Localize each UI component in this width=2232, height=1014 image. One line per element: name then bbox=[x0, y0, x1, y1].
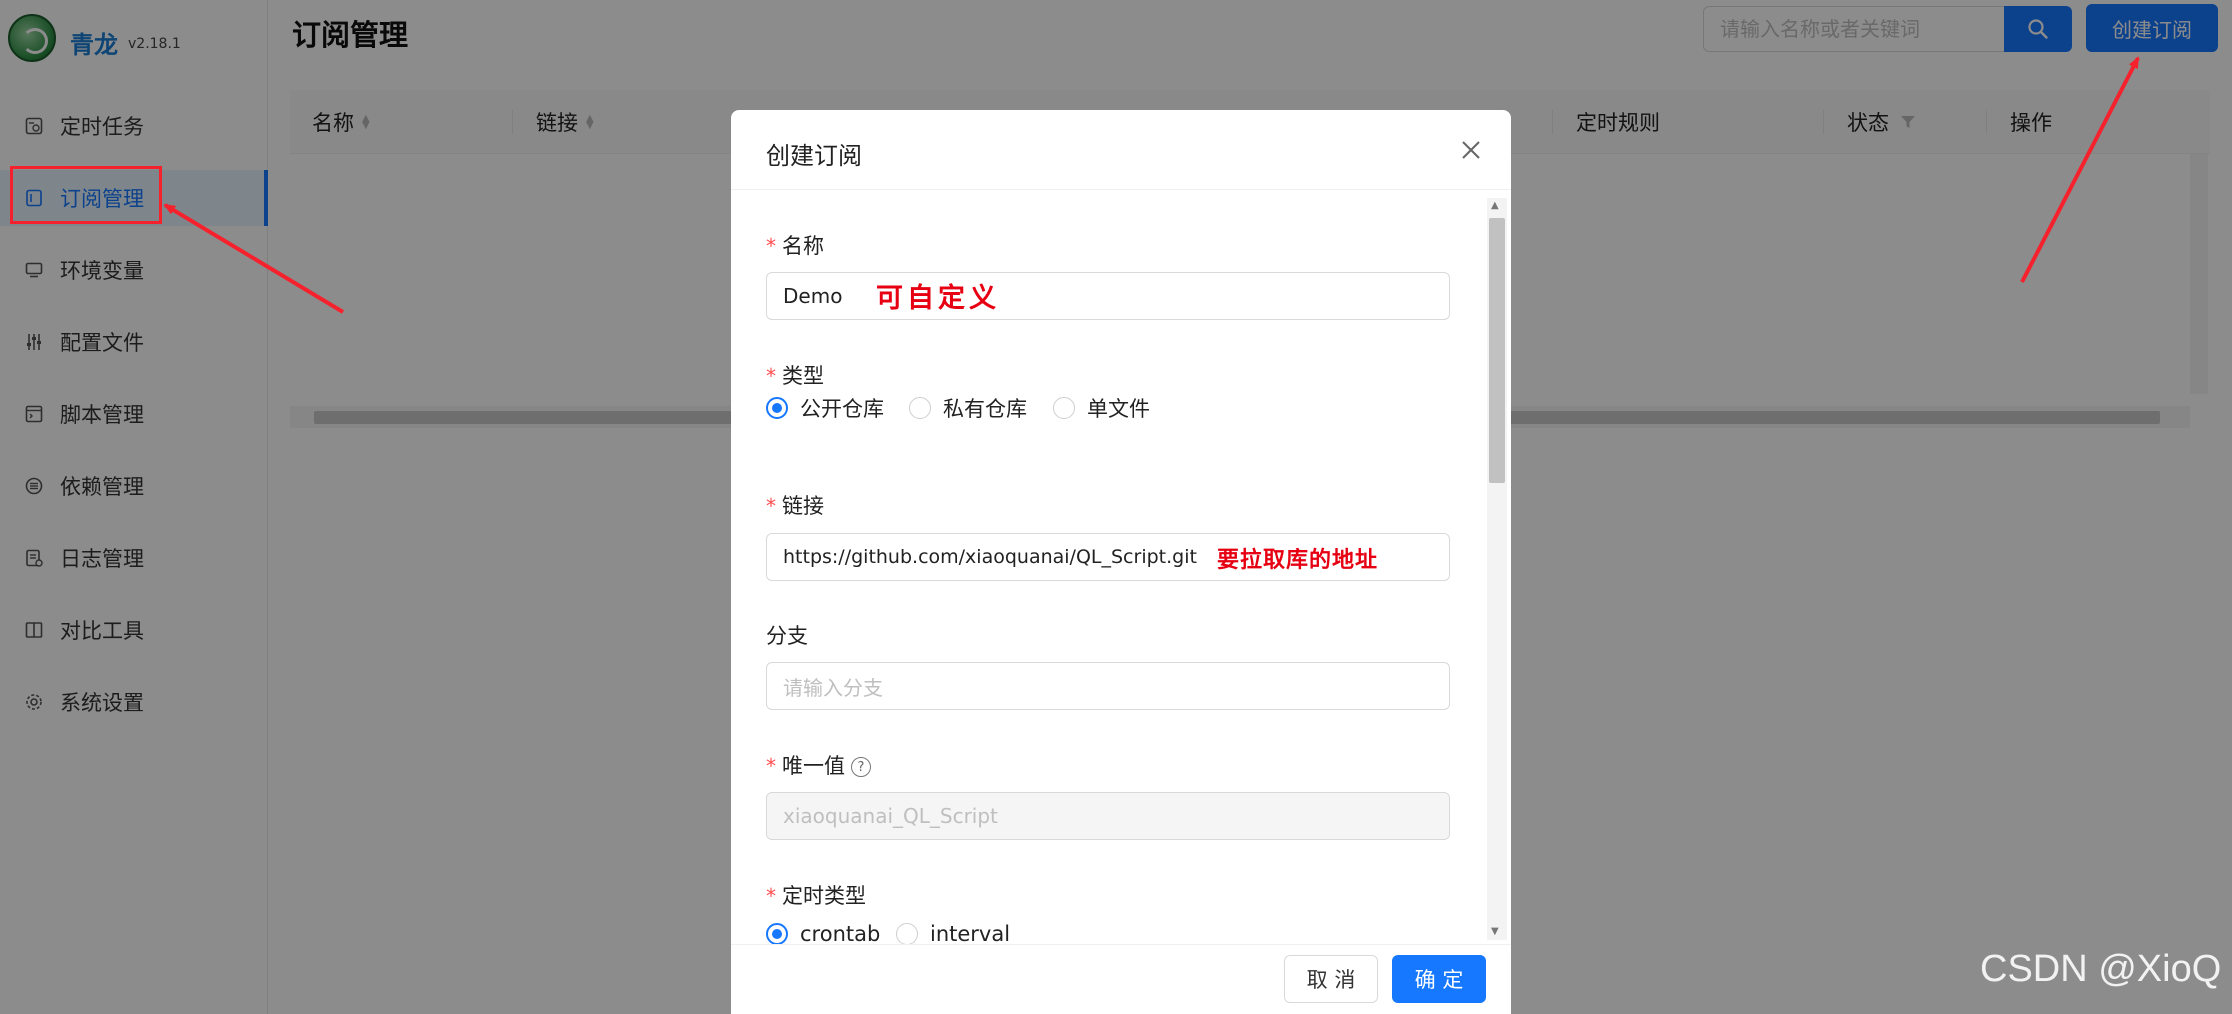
dialog-body: * 名称 Demo 可自定义 * 类型 公开仓库 私有仓库 单文件 * 链接 http… bbox=[731, 190, 1511, 944]
cancel-button[interactable]: 取 消 bbox=[1284, 955, 1378, 1003]
create-subscription-dialog: 创建订阅 * 名称 Demo 可自定义 * 类型 公开仓库 私有仓库 单文件 * 链接… bbox=[731, 110, 1511, 1014]
url-label: * 链接 bbox=[766, 494, 824, 518]
radio-icon bbox=[896, 923, 918, 944]
dialog-title: 创建订阅 bbox=[766, 142, 862, 170]
type-radio-private[interactable]: 私有仓库 bbox=[909, 393, 1027, 423]
confirm-button[interactable]: 确 定 bbox=[1392, 955, 1486, 1003]
branch-input[interactable]: 请输入分支 bbox=[766, 662, 1450, 710]
dialog-footer: 取 消 确 定 bbox=[731, 944, 1511, 1014]
schedule-radio-crontab[interactable]: crontab bbox=[766, 922, 880, 944]
radio-checked-icon bbox=[766, 923, 788, 944]
name-label: * 名称 bbox=[766, 234, 824, 258]
radio-icon bbox=[1053, 397, 1075, 419]
dialog-header: 创建订阅 bbox=[731, 110, 1511, 190]
help-icon[interactable]: ? bbox=[851, 757, 871, 777]
type-radio-single-file[interactable]: 单文件 bbox=[1053, 393, 1150, 423]
unique-input: xiaoquanai_QL_Script bbox=[766, 792, 1450, 840]
schedule-radio-interval[interactable]: interval bbox=[896, 922, 1010, 944]
radio-checked-icon bbox=[766, 397, 788, 419]
name-annotation: 可自定义 bbox=[876, 283, 1000, 314]
name-input[interactable]: Demo bbox=[766, 272, 1450, 320]
close-icon[interactable] bbox=[1453, 132, 1489, 168]
scrollbar-thumb[interactable] bbox=[1489, 218, 1505, 483]
dialog-scrollbar[interactable]: ▲ ▼ bbox=[1487, 198, 1507, 940]
scroll-up-icon[interactable]: ▲ bbox=[1491, 200, 1499, 211]
radio-icon bbox=[909, 397, 931, 419]
url-annotation: 要拉取库的地址 bbox=[1217, 547, 1379, 573]
schedule-type-label: * 定时类型 bbox=[766, 884, 866, 908]
type-radio-public[interactable]: 公开仓库 bbox=[766, 393, 884, 423]
type-label: * 类型 bbox=[766, 364, 824, 388]
unique-label: * 唯一值? bbox=[766, 750, 871, 780]
watermark: CSDN @XioQ bbox=[1980, 948, 2222, 990]
branch-label: 分支 bbox=[766, 624, 808, 648]
scroll-down-icon[interactable]: ▼ bbox=[1491, 926, 1499, 937]
highlight-box bbox=[10, 166, 162, 224]
